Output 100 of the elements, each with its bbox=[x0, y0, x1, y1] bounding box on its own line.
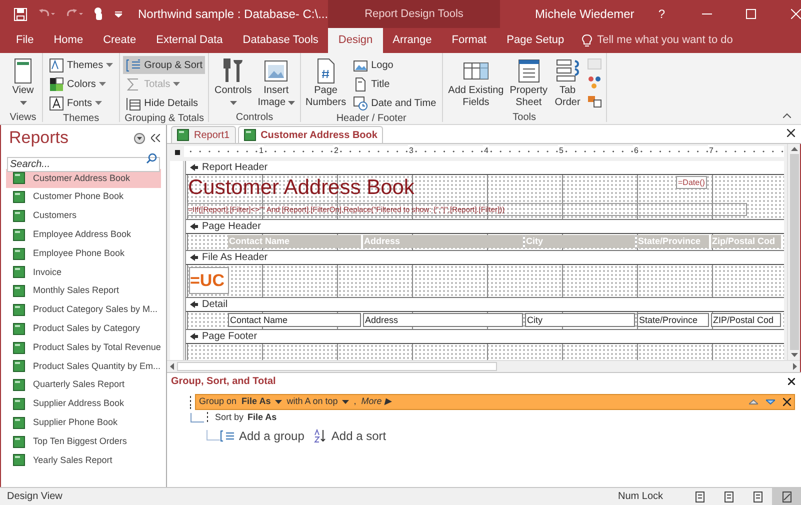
customize-toolbar-icon[interactable] bbox=[115, 10, 122, 18]
report-icon bbox=[13, 191, 25, 204]
ribbon-tab[interactable]: Arrange bbox=[382, 28, 442, 53]
document-tab[interactable]: Report1 bbox=[171, 126, 236, 143]
search-field[interactable]: Search... bbox=[7, 157, 160, 172]
date-time-icon bbox=[353, 96, 368, 110]
num-lock-indicator: Num Lock bbox=[618, 490, 663, 504]
close-icon[interactable] bbox=[787, 129, 795, 137]
nav-item[interactable]: Employee Phone Book bbox=[6, 244, 161, 263]
ribbon-tab[interactable]: Format bbox=[442, 28, 497, 53]
ribbon-button[interactable]: Themes bbox=[46, 56, 116, 74]
drag-handle-icon[interactable] bbox=[206, 412, 209, 424]
ribbon-group-label: Views bbox=[8, 111, 38, 125]
view-icon bbox=[780, 490, 792, 502]
nav-item[interactable]: Customers bbox=[6, 206, 161, 226]
scroll-up-icon[interactable] bbox=[790, 147, 798, 151]
ribbon-button[interactable]: View bbox=[7, 55, 39, 111]
undo-icon[interactable] bbox=[37, 9, 55, 19]
ribbon-button[interactable]: Property Sheet bbox=[508, 55, 550, 111]
select-report-box[interactable] bbox=[174, 150, 180, 154]
subform-icon bbox=[586, 57, 602, 72]
ribbon-button[interactable]: Group & Sort bbox=[123, 56, 206, 74]
dropdown-circle-icon[interactable] bbox=[134, 132, 145, 144]
nav-item[interactable]: Yearly Sales Report bbox=[6, 450, 161, 470]
user-name[interactable]: Michele Wiedemer bbox=[534, 5, 634, 23]
ribbon-button[interactable]: Page Numbers bbox=[304, 55, 348, 111]
group-level-row[interactable]: Group on File As with A on top , More ▶ bbox=[195, 394, 795, 410]
ribbon-button[interactable]: Insert Image bbox=[256, 55, 297, 111]
ribbon-button[interactable]: Hide Details bbox=[123, 94, 206, 112]
help-button[interactable]: ? bbox=[658, 5, 665, 23]
ribbon-tab[interactable]: External Data bbox=[146, 28, 233, 53]
drag-handle-icon[interactable] bbox=[189, 395, 192, 409]
ribbon-tab[interactable]: Create bbox=[93, 28, 146, 53]
report-icon bbox=[13, 228, 25, 241]
section-title: File As Header bbox=[202, 252, 268, 262]
ribbon-button[interactable]: Fonts bbox=[46, 94, 116, 112]
ribbon-tab[interactable]: Home bbox=[44, 28, 94, 53]
sort-field[interactable]: File As bbox=[248, 411, 277, 425]
ribbon-button[interactable]: Tab Order bbox=[552, 55, 584, 111]
section-title: Detail bbox=[202, 300, 228, 310]
nav-item[interactable]: Invoice bbox=[6, 262, 161, 282]
nav-item[interactable]: Product Sales by Total Revenue bbox=[6, 338, 161, 357]
status-text: Design View bbox=[7, 490, 64, 504]
ribbon-tab[interactable]: File bbox=[6, 28, 44, 53]
collapse-icon[interactable] bbox=[151, 134, 160, 142]
delete-icon[interactable] bbox=[783, 398, 791, 406]
view-button[interactable] bbox=[772, 488, 801, 505]
search-icon[interactable] bbox=[146, 153, 157, 164]
move-down-icon[interactable] bbox=[766, 399, 775, 405]
nav-item[interactable]: Supplier Address Book bbox=[6, 394, 161, 414]
nav-item[interactable]: Supplier Phone Book bbox=[6, 413, 161, 432]
nav-item[interactable]: Top Ten Biggest Orders bbox=[6, 432, 161, 451]
ribbon-button[interactable]: Logo bbox=[350, 56, 440, 74]
move-up-icon[interactable] bbox=[749, 399, 758, 405]
nav-item[interactable]: Product Sales Quantity by Em... bbox=[6, 356, 161, 376]
nav-item[interactable]: Product Sales by Category bbox=[6, 319, 161, 338]
ribbon-button[interactable]: Add Existing Fields bbox=[446, 55, 506, 111]
tell-me-field[interactable]: Tell me what you want to do bbox=[597, 32, 733, 49]
close-icon[interactable] bbox=[788, 378, 795, 385]
nav-item[interactable]: Employee Address Book bbox=[6, 225, 161, 244]
more-link[interactable]: More ▶ bbox=[361, 395, 392, 409]
vertical-scrollbar[interactable] bbox=[787, 144, 800, 360]
ribbon-button[interactable]: Title bbox=[350, 75, 440, 93]
horizontal-scrollbar[interactable] bbox=[167, 360, 800, 372]
section-selector-icon bbox=[190, 333, 198, 340]
sort-order-dropdown[interactable]: with A on top bbox=[286, 395, 349, 409]
ribbon-icon-button[interactable] bbox=[586, 74, 603, 91]
group-on-label: Group on bbox=[199, 395, 237, 408]
report-icon bbox=[13, 304, 25, 316]
nav-item[interactable]: Product Category Sales by M... bbox=[6, 300, 161, 320]
logo-icon bbox=[353, 58, 368, 72]
touch-mode-icon[interactable] bbox=[93, 7, 105, 21]
section-title: Page Footer bbox=[202, 332, 258, 342]
save-icon[interactable] bbox=[14, 8, 27, 20]
scroll-down-icon[interactable] bbox=[790, 353, 798, 357]
ribbon-button[interactable]: Date and Time bbox=[350, 94, 440, 112]
document-tab[interactable]: Customer Address Book bbox=[238, 126, 384, 143]
ribbon-tab[interactable]: Database Tools bbox=[232, 28, 328, 53]
report-icon bbox=[13, 416, 25, 429]
group-field-dropdown[interactable]: File As bbox=[242, 395, 282, 409]
add-sort-button[interactable]: Add a sort bbox=[314, 427, 386, 445]
nav-item[interactable]: Customer Phone Book bbox=[6, 188, 161, 207]
text-box-control: Contact Name bbox=[228, 313, 361, 327]
ribbon-tab[interactable]: Page Setup bbox=[496, 28, 574, 53]
ribbon-tab[interactable]: Design bbox=[328, 28, 383, 53]
scroll-right-icon[interactable] bbox=[793, 363, 797, 370]
ribbon-button[interactable]: Controls bbox=[212, 55, 254, 111]
redo-icon[interactable] bbox=[65, 9, 83, 19]
colors-icon bbox=[49, 76, 64, 92]
ribbon-button[interactable]: Colors bbox=[46, 75, 116, 93]
section-title: Page Header bbox=[202, 222, 261, 232]
nav-item[interactable]: Monthly Sales Report bbox=[6, 282, 161, 301]
add-group-button[interactable]: Add a group bbox=[220, 427, 304, 445]
convert-icon bbox=[586, 93, 602, 108]
nav-item[interactable]: Quarterly Sales Report bbox=[6, 376, 161, 395]
tree-connector bbox=[206, 430, 220, 442]
report-icon bbox=[244, 129, 256, 141]
maximize-icon[interactable] bbox=[746, 9, 756, 19]
collapse-ribbon-icon[interactable] bbox=[783, 113, 791, 118]
scroll-left-icon[interactable] bbox=[170, 363, 174, 370]
